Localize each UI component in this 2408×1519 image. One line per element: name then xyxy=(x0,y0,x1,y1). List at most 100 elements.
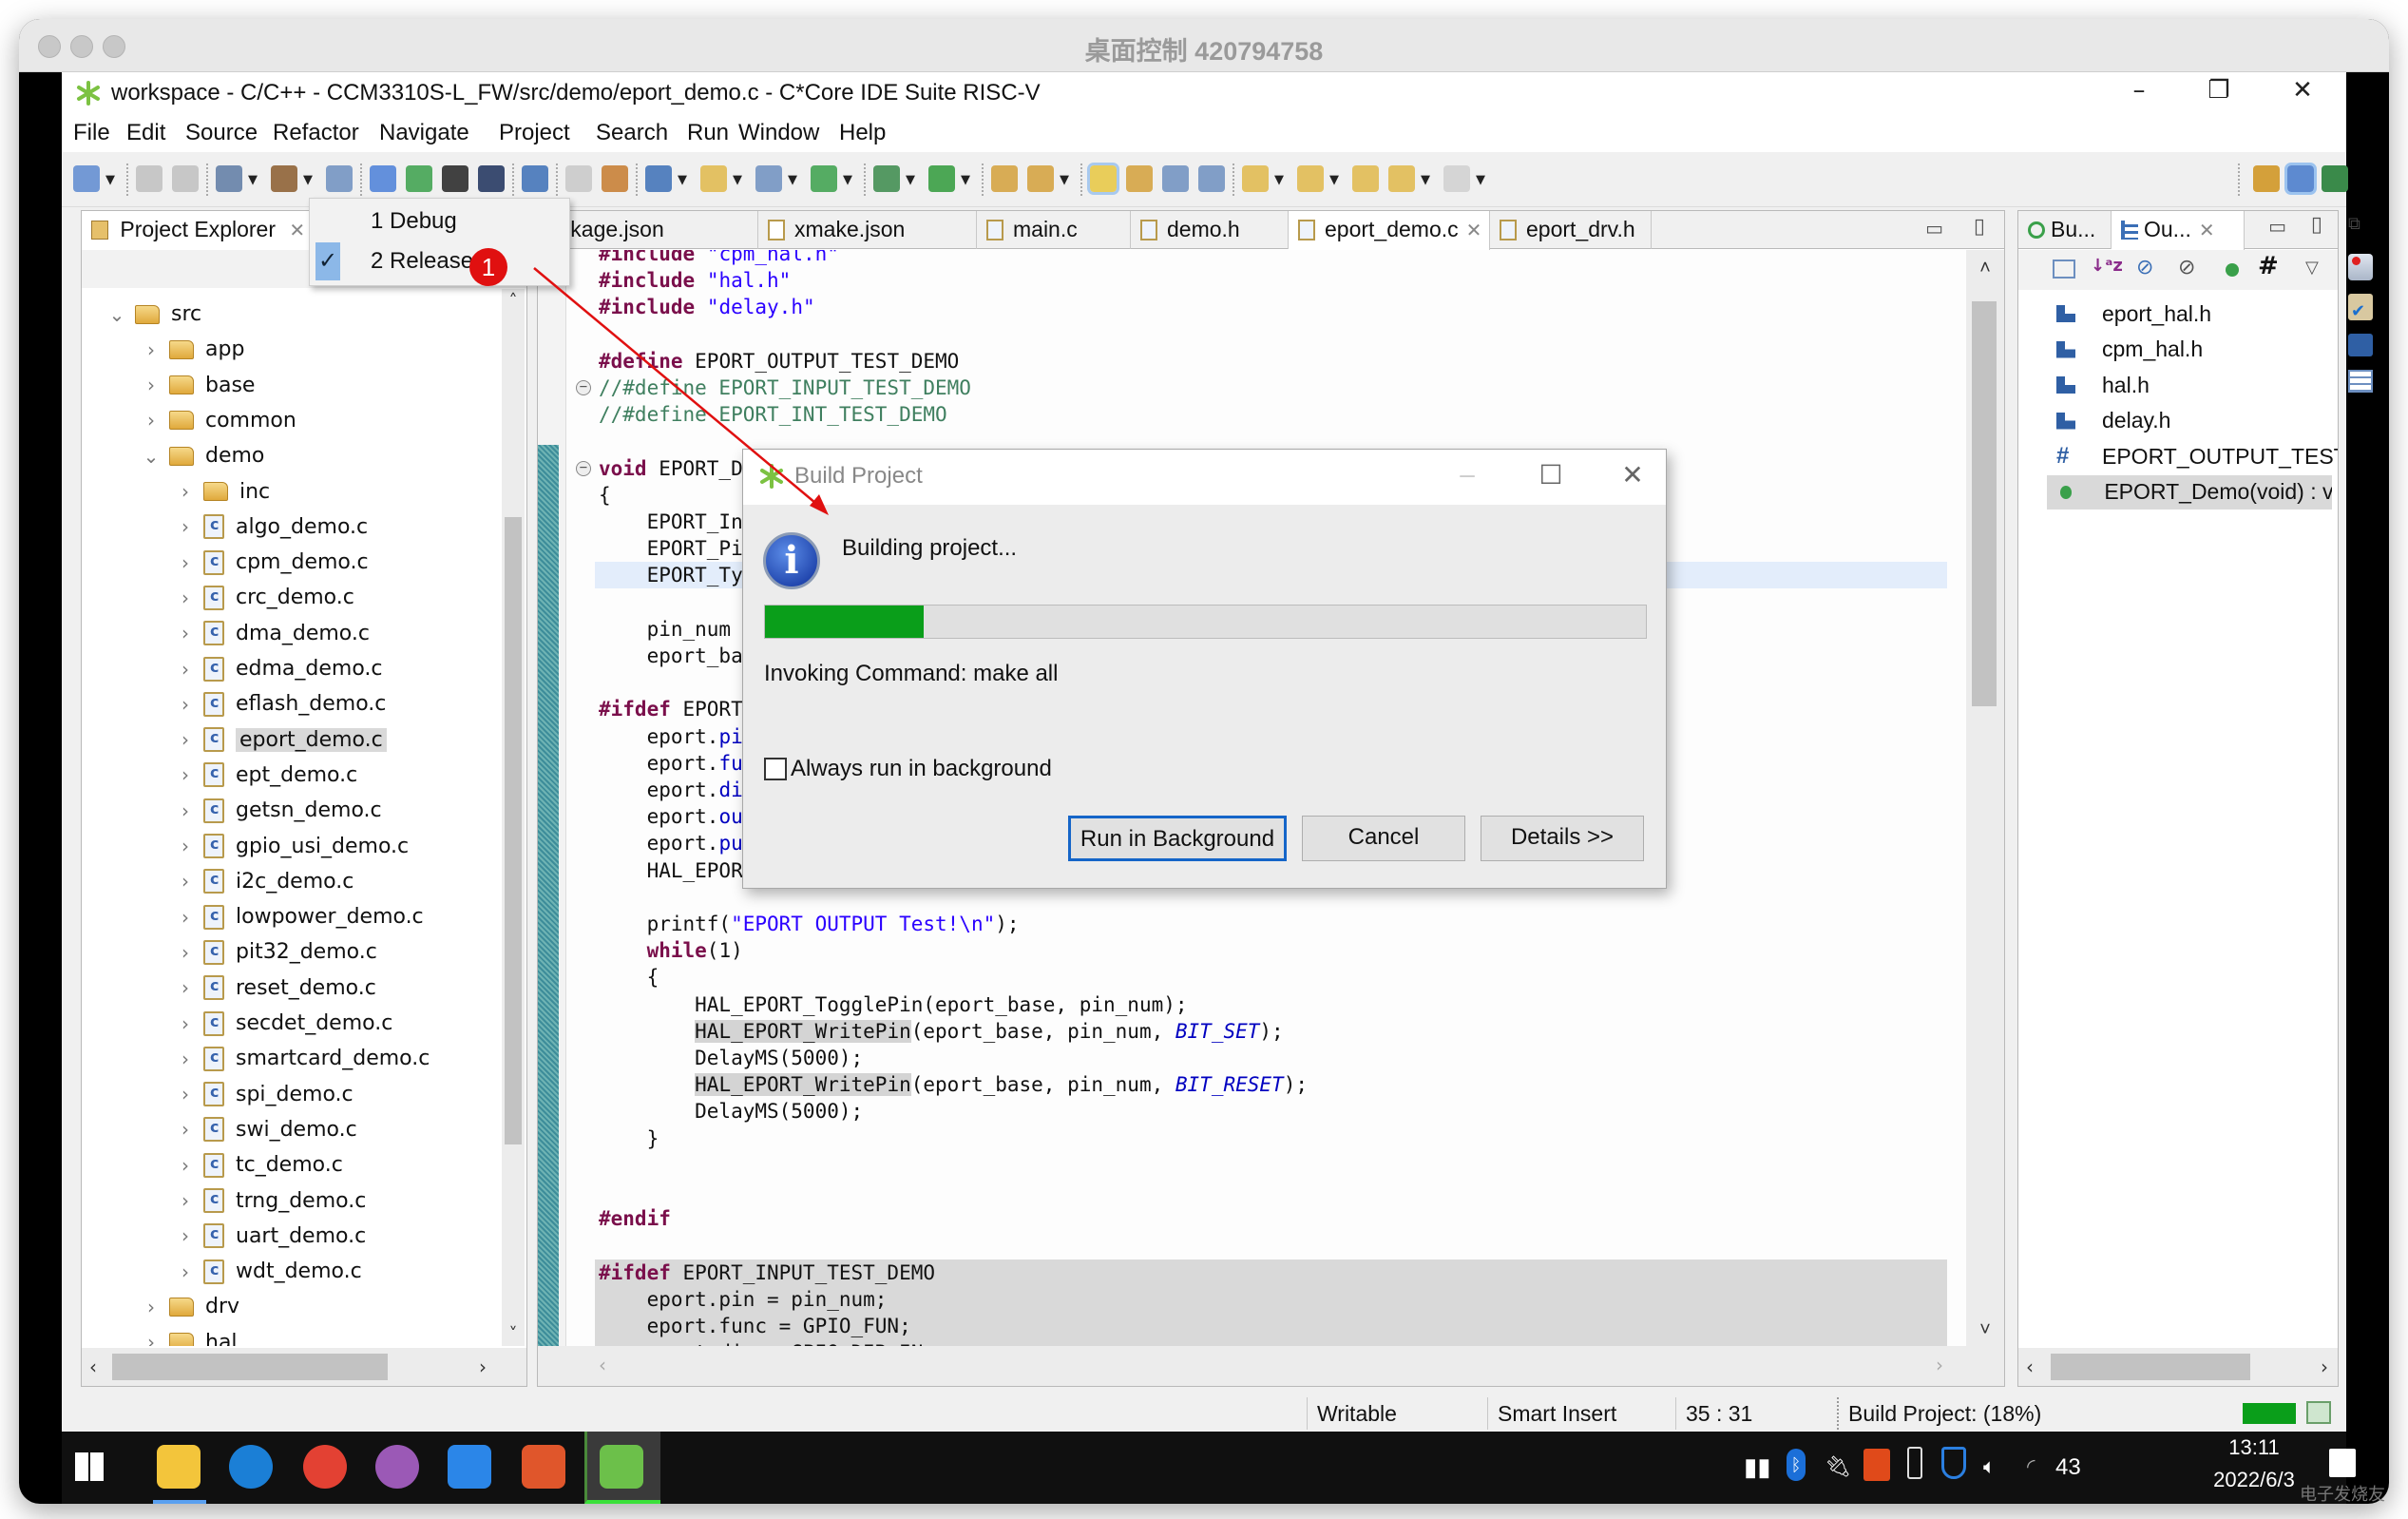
restore-button[interactable]: ❐ xyxy=(2200,76,2238,105)
chevron-right-icon[interactable]: › xyxy=(175,622,196,644)
tray-app-icon[interactable] xyxy=(1863,1449,1890,1481)
tab-xmake-json[interactable]: xmake.json xyxy=(758,211,977,249)
power-plug-icon[interactable]: 🔌︎ xyxy=(1825,1454,1851,1479)
wifi-icon[interactable]: ◜ xyxy=(2027,1454,2035,1479)
windows-start-icon[interactable] xyxy=(75,1452,104,1481)
chevron-right-icon[interactable]: › xyxy=(141,338,162,361)
menu-project[interactable]: Project xyxy=(499,120,570,146)
tree-file[interactable]: › dma_demo.c xyxy=(175,616,370,651)
show-whitespace-icon[interactable] xyxy=(1198,165,1225,192)
scroll-right-icon[interactable]: › xyxy=(1936,1354,1943,1376)
tree-folder[interactable]: ⌄ demo xyxy=(141,438,265,473)
volume-icon[interactable]: 🔈︎ xyxy=(1983,1454,1996,1479)
bluetooth-icon[interactable]: ᛒ xyxy=(1787,1449,1806,1481)
skip-breakpoints-icon[interactable] xyxy=(522,165,548,192)
outline-item[interactable]: hal.h xyxy=(2056,368,2150,402)
tree-file[interactable]: › smartcard_demo.c xyxy=(175,1041,430,1076)
notification-center-icon[interactable] xyxy=(2329,1449,2356,1477)
menu-window[interactable]: Window xyxy=(738,120,819,146)
chevron-right-icon[interactable]: › xyxy=(175,1154,196,1177)
properties-view-icon[interactable] xyxy=(2348,370,2373,393)
tab-eport-demo-c[interactable]: eport_demo.c ✕ xyxy=(1289,211,1490,250)
tree-folder[interactable]: › app xyxy=(141,332,244,367)
close-icon[interactable]: ✕ xyxy=(1466,221,1482,241)
tab-main-c[interactable]: main.c xyxy=(977,211,1131,249)
details-button[interactable]: Details >> xyxy=(1481,816,1644,861)
tree-folder[interactable]: › hal xyxy=(141,1325,238,1346)
tree-file[interactable]: › swi_demo.c xyxy=(175,1112,357,1147)
chevron-right-icon[interactable]: › xyxy=(175,586,196,609)
cpu-icon[interactable] xyxy=(442,165,468,192)
chevron-right-icon[interactable]: › xyxy=(175,976,196,999)
chevron-right-icon[interactable]: › xyxy=(175,835,196,857)
chevron-down-icon[interactable]: ⌄ xyxy=(141,445,162,468)
menu-navigate[interactable]: Navigate xyxy=(379,120,469,146)
toggle-mark-occurrences-icon[interactable] xyxy=(1087,163,1119,195)
build-hammer-icon[interactable] xyxy=(271,165,297,192)
scroll-left-icon[interactable]: ‹ xyxy=(89,1356,97,1378)
outline-horizontal-scrollbar[interactable]: ‹ › xyxy=(2018,1348,2338,1386)
grid-icon[interactable] xyxy=(602,165,628,192)
chevron-right-icon[interactable]: › xyxy=(175,1083,196,1106)
pin-icon[interactable]: ▮▮ xyxy=(1744,1452,1771,1482)
tree-vertical-scrollbar[interactable]: ˄ ˅ xyxy=(502,289,525,1346)
always-run-in-background-label[interactable]: Always run in background xyxy=(791,756,1052,782)
chevron-right-icon[interactable]: › xyxy=(175,515,196,538)
debug-icon[interactable] xyxy=(873,165,900,192)
scroll-right-icon[interactable]: › xyxy=(2321,1356,2328,1378)
picasa-icon[interactable] xyxy=(375,1445,419,1489)
chevron-right-icon[interactable]: › xyxy=(141,374,162,396)
scroll-up-icon[interactable]: ˄ xyxy=(1966,256,2004,280)
file-explorer-icon[interactable] xyxy=(157,1445,201,1489)
menu-item-release[interactable]: ✓ 2 Release xyxy=(310,242,569,280)
menu-edit[interactable]: Edit xyxy=(126,120,165,146)
chevron-right-icon[interactable]: › xyxy=(175,551,196,574)
new-icon[interactable] xyxy=(73,165,100,192)
scroll-up-icon[interactable]: ˄ xyxy=(502,291,525,311)
tree-horizontal-scrollbar[interactable]: ‹ › xyxy=(82,1348,526,1386)
c-cpp-perspective-icon[interactable] xyxy=(2284,163,2317,195)
dropdown-arrow-icon[interactable]: ▼ xyxy=(1476,173,1485,187)
chevron-right-icon[interactable]: › xyxy=(175,1260,196,1283)
open-type-icon[interactable] xyxy=(991,165,1018,192)
chevron-right-icon[interactable]: › xyxy=(175,799,196,822)
edge-icon[interactable] xyxy=(229,1445,273,1489)
chevron-right-icon[interactable]: › xyxy=(175,1012,196,1035)
next-annotation-icon[interactable] xyxy=(1242,165,1269,192)
console-view-icon[interactable] xyxy=(2348,334,2373,356)
tab-package-json[interactable]: ackage.json xyxy=(538,211,758,249)
back-icon[interactable] xyxy=(1388,165,1415,192)
new-class-icon[interactable] xyxy=(811,165,837,192)
tree-file[interactable]: › uart_demo.c xyxy=(175,1219,366,1254)
tree-file[interactable]: › trng_demo.c xyxy=(175,1183,366,1219)
dropdown-arrow-icon[interactable]: ▼ xyxy=(1274,173,1284,187)
chevron-right-icon[interactable]: › xyxy=(175,693,196,716)
cancel-button[interactable]: Cancel xyxy=(1302,816,1465,861)
status-insert-mode[interactable]: Smart Insert xyxy=(1487,1397,1675,1430)
tree-file[interactable]: › edma_demo.c xyxy=(175,651,383,686)
scroll-down-icon[interactable]: ˅ xyxy=(502,1324,525,1344)
tree-file[interactable]: › lowpower_demo.c xyxy=(175,899,424,934)
download-icon[interactable] xyxy=(406,165,432,192)
save-all-icon[interactable] xyxy=(172,165,199,192)
chrome-icon[interactable] xyxy=(303,1445,347,1489)
battery-level[interactable]: 43 xyxy=(2055,1454,2081,1481)
outline-item[interactable]: delay.h xyxy=(2056,404,2170,438)
dropdown-arrow-icon[interactable]: ▼ xyxy=(843,173,852,187)
chevron-right-icon[interactable]: › xyxy=(141,1296,162,1318)
restore-view-icon[interactable]: ⧉ xyxy=(2348,214,2360,234)
dropdown-arrow-icon[interactable]: ▼ xyxy=(1060,173,1069,187)
dropdown-arrow-icon[interactable]: ▼ xyxy=(1421,173,1430,187)
tree-file[interactable]: › ept_demo.c xyxy=(175,758,357,793)
scroll-left-icon[interactable]: ‹ xyxy=(599,1354,606,1376)
chevron-right-icon[interactable]: › xyxy=(141,409,162,432)
menu-search[interactable]: Search xyxy=(596,120,668,146)
word-wrap-icon[interactable] xyxy=(1126,165,1153,192)
tree-file[interactable]: › eport_demo.c xyxy=(175,722,387,758)
chevron-right-icon[interactable]: › xyxy=(175,1118,196,1141)
tree-folder[interactable]: › drv xyxy=(141,1289,239,1324)
eye-app-icon[interactable] xyxy=(522,1445,565,1489)
menu-source[interactable]: Source xyxy=(185,120,258,146)
tree-file[interactable]: › secdet_demo.c xyxy=(175,1006,392,1041)
tree-file[interactable]: › getsn_demo.c xyxy=(175,793,382,828)
